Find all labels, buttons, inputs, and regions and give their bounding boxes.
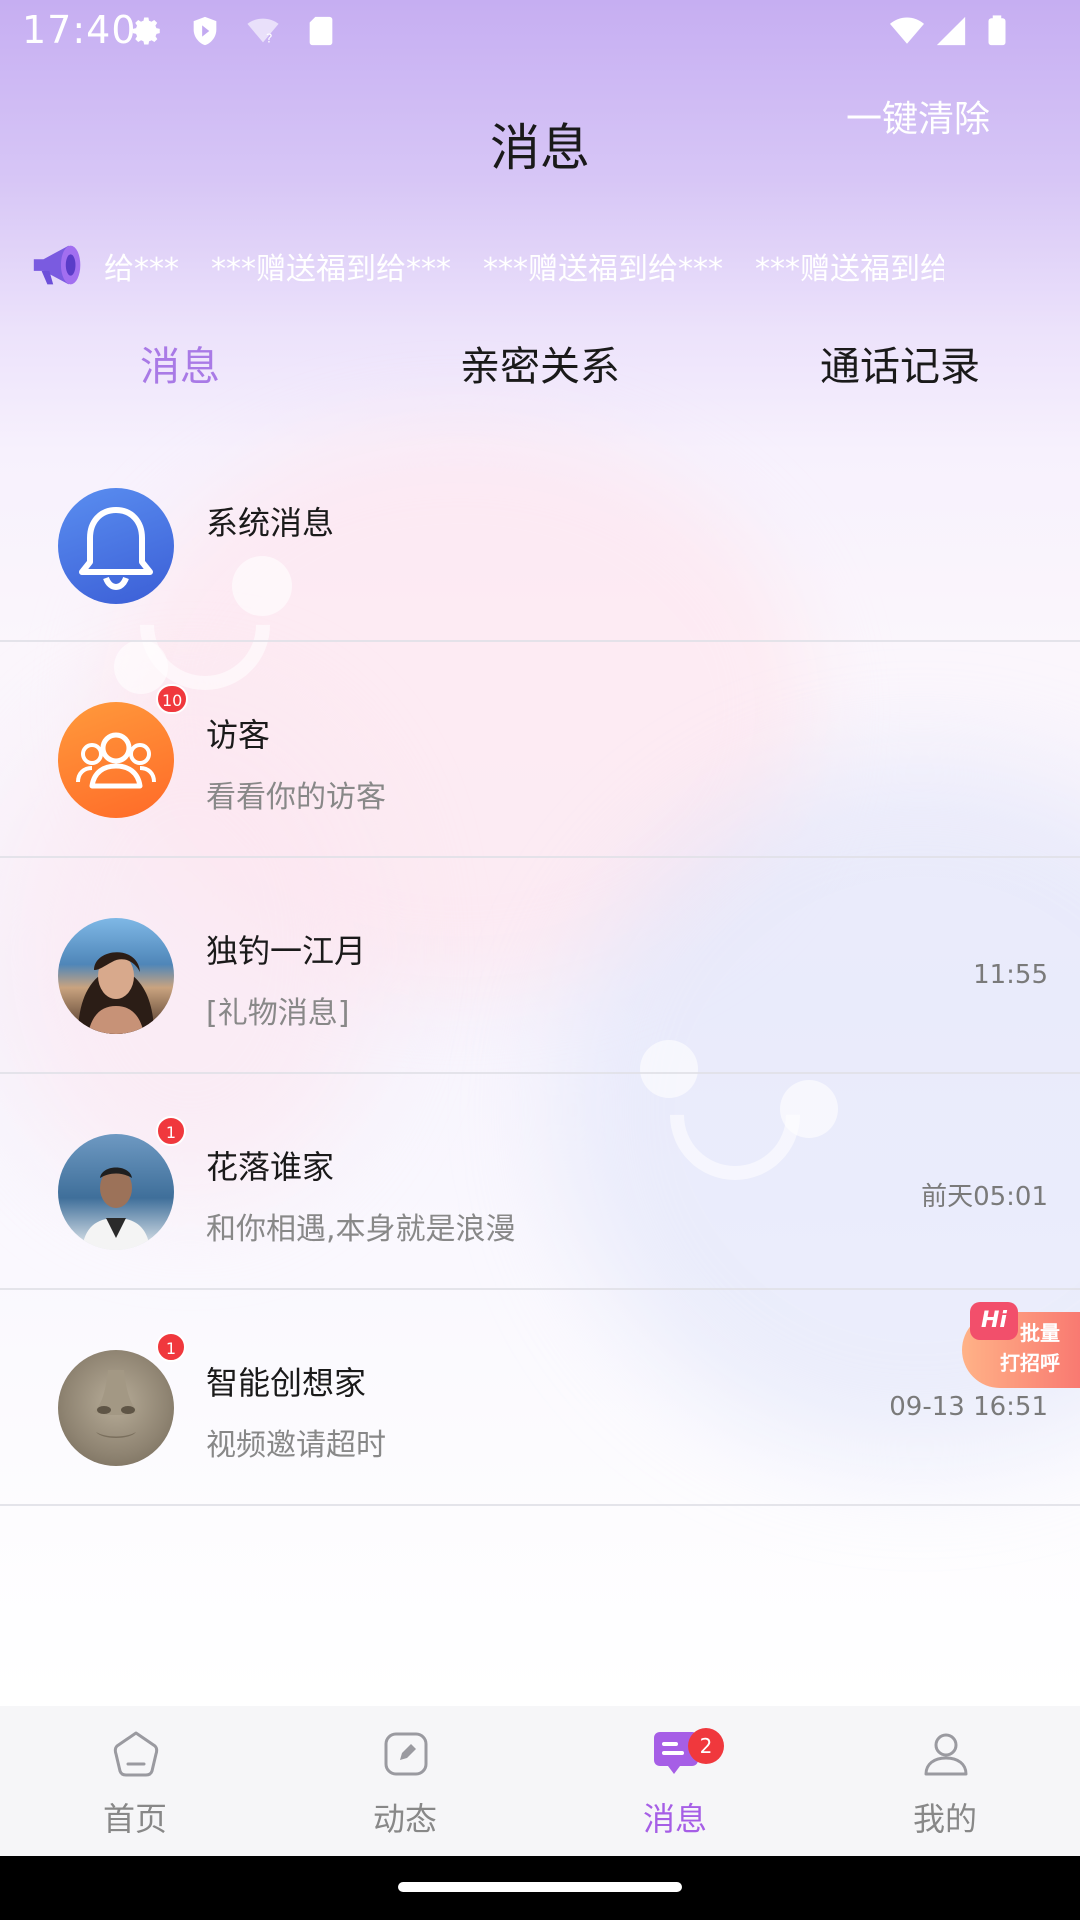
- nav-profile[interactable]: 我的: [810, 1706, 1080, 1856]
- conversation-preview: 看看你的访客: [206, 780, 386, 815]
- conversation-row-visitors[interactable]: 10 访客 看看你的访客: [0, 642, 1080, 858]
- conversation-preview: 和你相遇,本身就是浪漫: [206, 1212, 516, 1247]
- conversation-title: 访客: [206, 716, 271, 754]
- signal-icon: [936, 16, 966, 46]
- tab-bar: 消息 亲密关系 通话记录: [0, 334, 1080, 394]
- conversation-preview: 视频邀请超时: [206, 1428, 386, 1463]
- battery-icon: [988, 15, 1006, 46]
- nav-label: 首页: [102, 1800, 167, 1838]
- shield-icon: [193, 16, 217, 46]
- unread-badge: 10: [156, 684, 189, 714]
- marquee-item: ***赠送福到给***: [211, 252, 451, 287]
- profile-icon: [924, 1733, 968, 1776]
- bottom-nav: 首页 动态 2 消息 我的: [0, 1706, 1080, 1856]
- unread-badge: 1: [156, 1116, 186, 1146]
- wifi-unknown-icon: ?: [247, 18, 279, 46]
- conversation-row-user[interactable]: 1 花落谁家 和你相遇,本身就是浪漫 前天05:01: [0, 1074, 1080, 1290]
- batch-greet-line2: 打招呼: [1000, 1351, 1060, 1375]
- nav-label: 我的: [912, 1800, 977, 1838]
- conversation-title: 独钓一江月: [206, 932, 367, 970]
- batch-greet-label: 批量 打招呼: [1000, 1318, 1080, 1378]
- edit-icon: [384, 1732, 428, 1776]
- conversation-title: 系统消息: [206, 504, 335, 542]
- megaphone-icon: [33, 245, 81, 285]
- nav-unread-badge: 2: [688, 1728, 724, 1764]
- conversation-preview: [礼物消息]: [206, 996, 350, 1031]
- batch-greet-button[interactable]: Hi 批量 打招呼: [962, 1302, 1080, 1388]
- user-avatar: [58, 918, 174, 1034]
- nav-home[interactable]: 首页: [0, 1706, 270, 1856]
- nav-moments[interactable]: 动态: [270, 1706, 540, 1856]
- marquee-item: 给***: [104, 252, 179, 287]
- bell-icon: [58, 488, 174, 604]
- marquee-item: ***赠送福到给: [755, 252, 944, 287]
- conversation-time: 09-13 16:51: [889, 1392, 1048, 1422]
- hi-tag: Hi: [970, 1302, 1018, 1340]
- user-avatar: [58, 1134, 174, 1250]
- sd-card-icon: [309, 16, 333, 46]
- gift-marquee: 给*** ***赠送福到给*** ***赠送福到给*** ***赠送福到给: [104, 244, 944, 292]
- conversation-row-user[interactable]: 1 智能创想家 视频邀请超时 09-13 16:51: [0, 1290, 1080, 1506]
- tab-intimate-relations[interactable]: 亲密关系: [460, 334, 620, 392]
- visitors-icon: [58, 702, 174, 818]
- conversation-row-system[interactable]: 系统消息: [0, 426, 1080, 642]
- system-navigation-bar: [0, 1856, 1080, 1920]
- nav-label: 动态: [372, 1800, 437, 1838]
- conversation-title: 智能创想家: [206, 1364, 367, 1402]
- wifi-icon: [890, 17, 924, 44]
- tab-call-records[interactable]: 通话记录: [820, 334, 980, 392]
- home-indicator[interactable]: [398, 1882, 682, 1892]
- conversation-time: 前天05:01: [921, 1182, 1048, 1212]
- conversation-time: 11:55: [973, 960, 1048, 990]
- settings-icon: [132, 17, 160, 45]
- unread-badge: 1: [156, 1332, 186, 1362]
- user-avatar: [58, 1350, 174, 1466]
- marquee-item: ***赠送福到给***: [483, 252, 723, 287]
- conversation-title: 花落谁家: [206, 1148, 335, 1186]
- nav-messages[interactable]: 2 消息: [540, 1706, 810, 1856]
- svg-text:?: ?: [266, 31, 273, 46]
- clear-all-button[interactable]: 一键清除: [846, 90, 990, 142]
- conversation-row-user[interactable]: 独钓一江月 [礼物消息] 11:55: [0, 858, 1080, 1074]
- home-icon: [113, 1731, 159, 1777]
- nav-label: 消息: [642, 1800, 707, 1838]
- status-time: 17:40: [22, 8, 137, 52]
- tab-messages[interactable]: 消息: [140, 334, 220, 392]
- status-bar: 17:40 ?: [0, 0, 1080, 64]
- batch-greet-line1: 批量: [1020, 1321, 1060, 1345]
